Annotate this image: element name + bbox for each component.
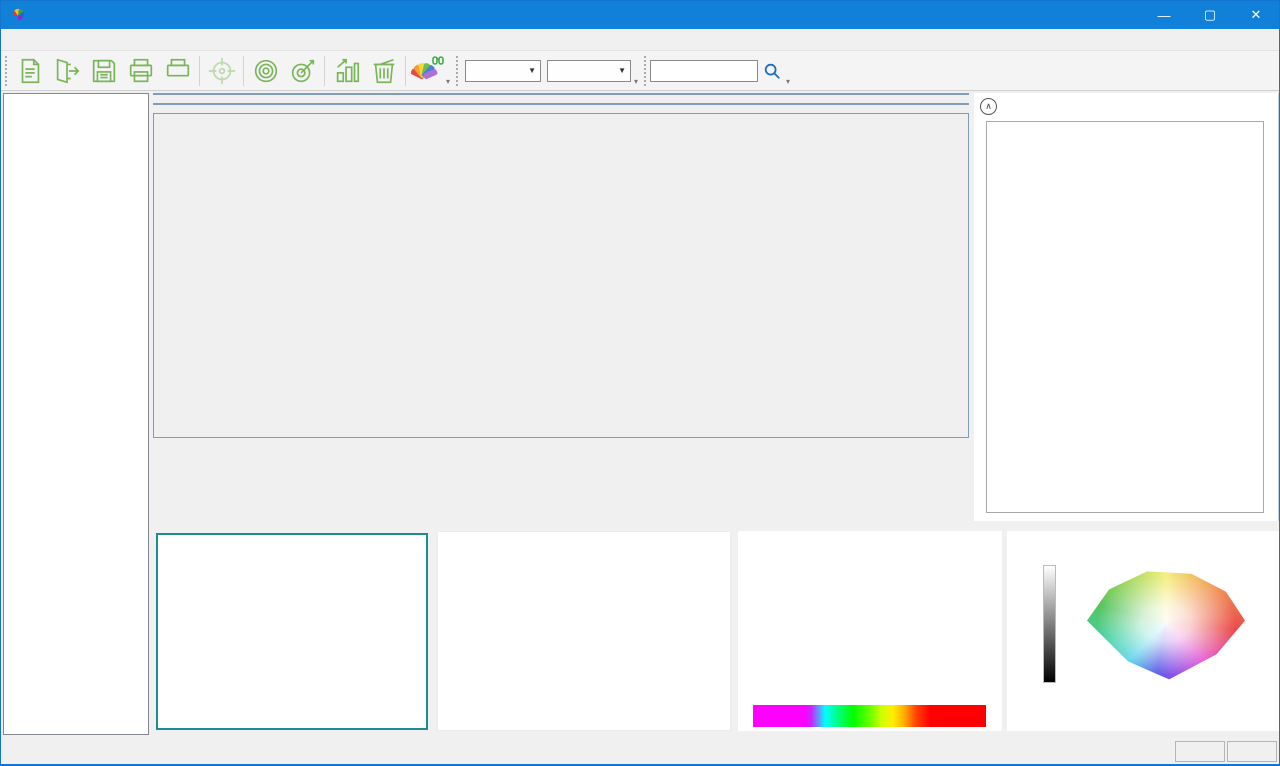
print-word-icon — [162, 56, 194, 86]
sample-tree — [4, 94, 148, 97]
spectrum-colorbar — [753, 705, 986, 727]
search-button[interactable] — [758, 53, 786, 89]
chart-icon — [332, 56, 362, 86]
chart-button[interactable] — [328, 53, 365, 89]
delta-e-chart-panel[interactable] — [437, 531, 731, 731]
search-icon — [763, 62, 781, 80]
titlebar: — ▢ ✕ — [1, 1, 1279, 29]
toolbar-overflow-icon[interactable]: ▾ — [634, 77, 638, 86]
spectral-chart-panel[interactable] — [738, 531, 1002, 731]
measure-button[interactable] — [284, 53, 321, 89]
new-document-button[interactable] — [11, 53, 48, 89]
main-content — [153, 93, 969, 438]
chevron-down-icon: ▼ — [528, 66, 536, 75]
print-icon — [126, 56, 156, 86]
toolbar-grip[interactable] — [454, 56, 460, 86]
illuminant-dropdown[interactable]: ▼ — [547, 60, 631, 82]
calibrate-button[interactable] — [247, 53, 284, 89]
export-button[interactable] — [48, 53, 85, 89]
sample-table-wrap — [153, 113, 969, 438]
print-button[interactable] — [122, 53, 159, 89]
toolbar: ▾ ▼ ▼ ▾ ▾ — [1, 51, 1279, 91]
lab-wheel-chart-panel[interactable] — [1007, 531, 1279, 731]
toolbar-separator — [199, 56, 200, 86]
toolbar-grip[interactable] — [642, 56, 648, 86]
toolbar-separator — [243, 56, 244, 86]
toolbar-overflow-icon[interactable]: ▾ — [446, 77, 450, 86]
target-button[interactable] — [203, 53, 240, 89]
delete-icon — [369, 56, 399, 86]
cielab-card — [986, 121, 1264, 513]
app-logo-icon — [9, 6, 27, 24]
status-bar — [1, 738, 1279, 765]
delete-button[interactable] — [365, 53, 402, 89]
collapse-panel-button[interactable]: ∧ — [980, 98, 997, 115]
chevron-down-icon: ▼ — [618, 66, 626, 75]
lab-wheel-overlay — [1007, 531, 1279, 731]
auto-mode-cell[interactable] — [1175, 741, 1225, 762]
save-button[interactable] — [85, 53, 122, 89]
target-icon — [207, 56, 237, 86]
menu-bar — [1, 29, 1279, 51]
toolbar-grip[interactable] — [3, 56, 9, 86]
toolbar-overflow-icon[interactable]: ▾ — [786, 77, 790, 86]
toolbar-separator — [405, 56, 406, 86]
search-input[interactable] — [650, 60, 758, 82]
export-icon — [52, 56, 82, 86]
empty-status-cell — [1227, 741, 1277, 762]
color-difference-panel: ∧ — [974, 93, 1279, 521]
save-icon — [89, 56, 119, 86]
minimize-button[interactable]: — — [1141, 1, 1187, 29]
calibrate-icon — [251, 56, 281, 86]
color-match-button[interactable] — [409, 53, 446, 89]
tolerance-table-wrap — [153, 93, 969, 95]
standard-table-wrap — [153, 103, 969, 105]
measure-icon — [288, 56, 318, 86]
maximize-button[interactable]: ▢ — [1187, 1, 1233, 29]
print-word-button[interactable] — [159, 53, 196, 89]
toolbar-separator — [324, 56, 325, 86]
delta-ab-chart-panel[interactable] — [156, 533, 428, 730]
app-window: — ▢ ✕ — [0, 0, 1280, 766]
sample-tree-panel — [3, 93, 149, 735]
new-document-icon — [15, 56, 45, 86]
sci-dropdown[interactable]: ▼ — [465, 60, 541, 82]
close-button[interactable]: ✕ — [1233, 1, 1279, 29]
color-match-icon — [411, 55, 445, 87]
